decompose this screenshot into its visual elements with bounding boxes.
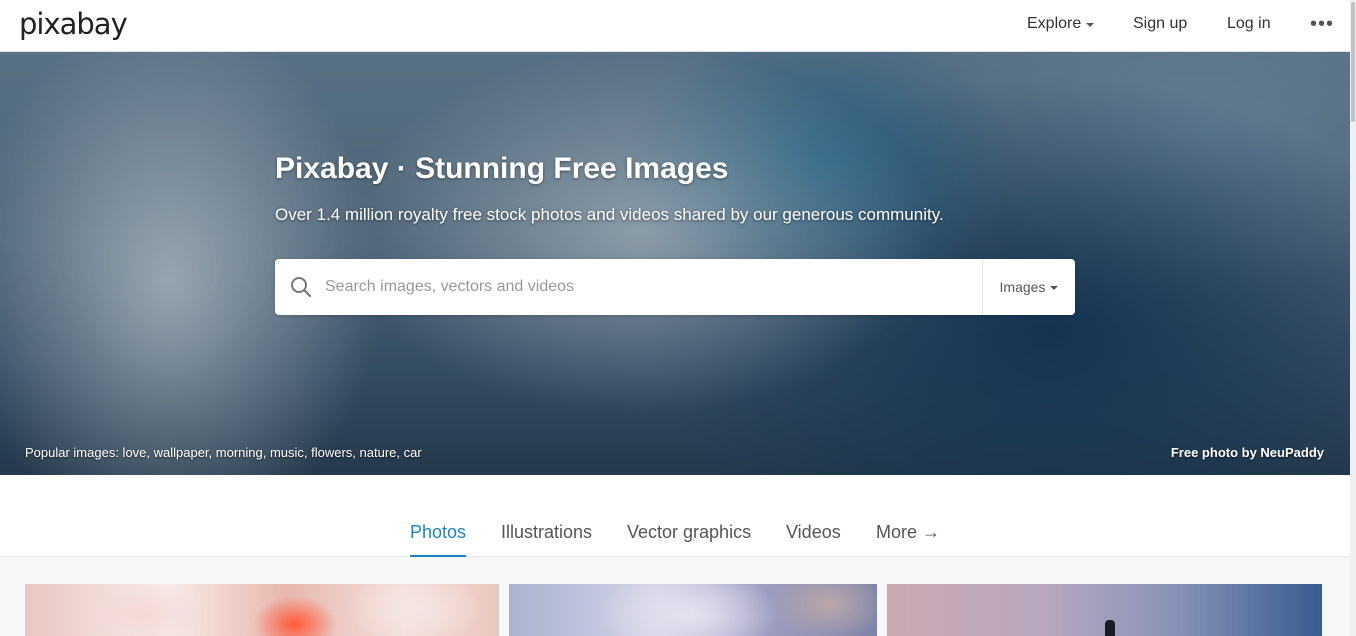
tab-more[interactable]: More → [876, 522, 940, 555]
silhouette-figure [1105, 620, 1115, 636]
chevron-down-icon [1050, 286, 1059, 290]
search-icon[interactable] [289, 275, 313, 299]
search-input[interactable] [325, 259, 975, 315]
tab-videos[interactable]: Videos [786, 522, 841, 555]
photo-credit[interactable]: Free photo by NeuPaddy [1171, 445, 1324, 460]
photo-thumbnail[interactable] [25, 584, 499, 636]
chevron-down-icon [1086, 23, 1095, 27]
login-link[interactable]: Log in [1227, 15, 1271, 33]
pixabay-logo[interactable]: pixabay [19, 7, 128, 41]
popular-searches[interactable]: Popular images: love, wallpaper, morning… [25, 445, 422, 460]
page-scrollbar[interactable] [1350, 0, 1356, 636]
media-type-tabs: Photos Illustrations Vector graphics Vid… [0, 475, 1350, 557]
search-bar: Images [275, 259, 1075, 315]
hero-title: Pixabay · Stunning Free Images [275, 152, 729, 185]
tab-vector-graphics[interactable]: Vector graphics [627, 522, 751, 555]
signup-link[interactable]: Sign up [1133, 15, 1187, 33]
tab-illustrations[interactable]: Illustrations [501, 522, 592, 555]
search-type-dropdown[interactable]: Images [983, 259, 1075, 315]
photo-thumbnail[interactable] [887, 584, 1322, 636]
more-menu-icon[interactable]: ••• [1310, 13, 1334, 36]
scrollbar-thumb[interactable] [1351, 2, 1355, 122]
explore-menu[interactable]: Explore [1027, 15, 1095, 33]
photo-thumbnail[interactable] [509, 584, 877, 636]
tab-photos[interactable]: Photos [410, 522, 467, 557]
search-type-label: Images [999, 279, 1046, 295]
site-header: pixabay Explore Sign up Log in ••• [0, 0, 1350, 52]
hero-banner: Pixabay · Stunning Free Images Over 1.4 … [0, 52, 1350, 475]
explore-label: Explore [1027, 15, 1082, 32]
hero-subtitle: Over 1.4 million royalty free stock phot… [275, 205, 944, 224]
